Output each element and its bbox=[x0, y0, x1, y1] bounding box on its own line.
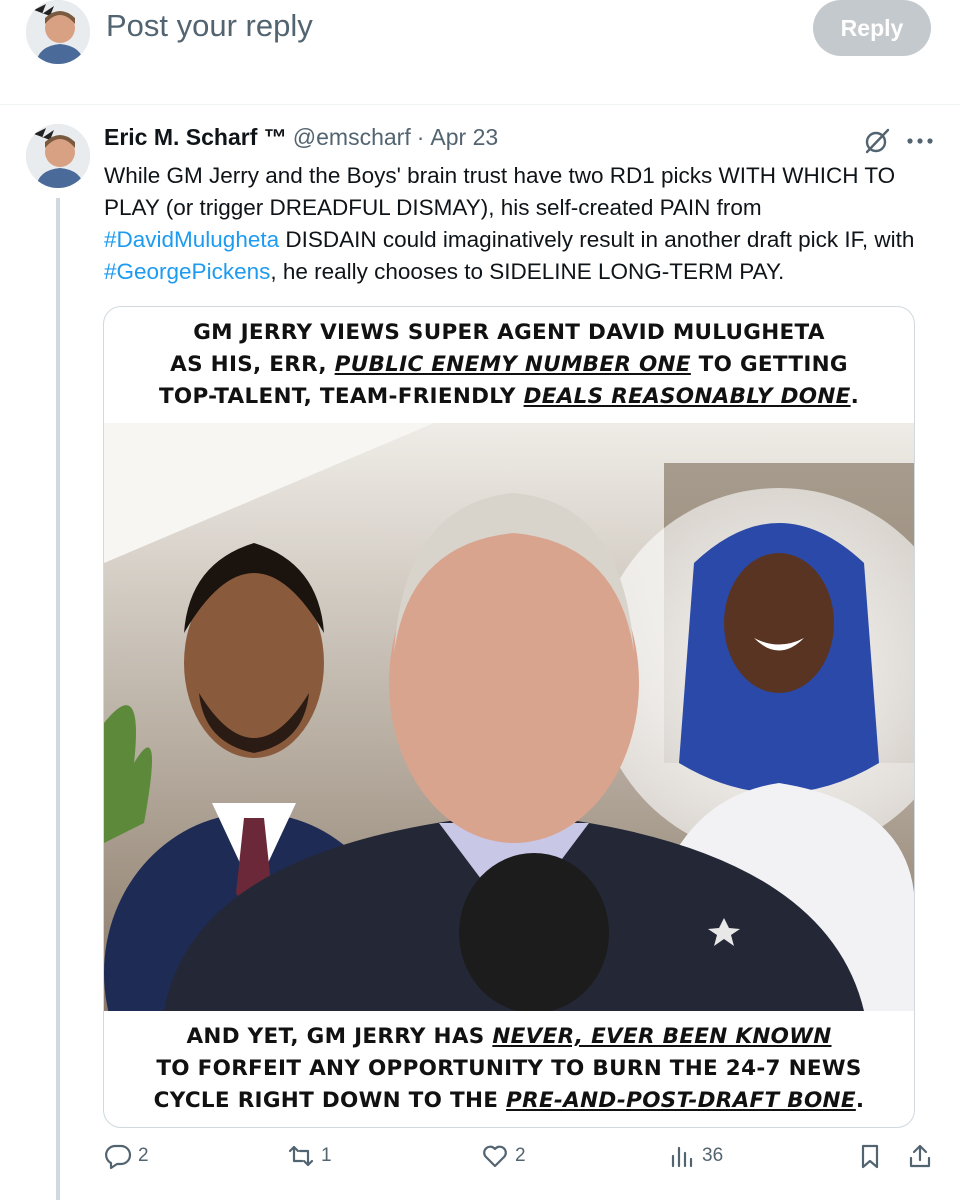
caption-top-line: GM JERRY VIEWS SUPER AGENT DAVID MULUGHE… bbox=[193, 320, 825, 345]
image-caption-top: GM JERRY VIEWS SUPER AGENT DAVID MULUGHE… bbox=[104, 317, 914, 413]
hashtag-george-pickens[interactable]: #GeorgePickens bbox=[104, 259, 270, 284]
caption-top-line: TOP-TALENT, TEAM-FRIENDLY DEALS REASONAB… bbox=[104, 381, 914, 413]
views-action[interactable]: 36 bbox=[668, 1142, 723, 1170]
tweet-text-part: , he really chooses to SIDELINE LONG-TER… bbox=[270, 259, 785, 284]
tweet-text: While GM Jerry and the Boys' brain trust… bbox=[104, 160, 934, 288]
caption-segment: . bbox=[850, 384, 860, 409]
caption-segment: CYCLE RIGHT DOWN TO THE bbox=[153, 1088, 507, 1113]
tweet-header: Eric M. Scharf ™ @emscharf · Apr 23 bbox=[104, 124, 498, 158]
caption-segment: TO GETTING bbox=[690, 352, 848, 377]
author-name[interactable]: Eric M. Scharf ™ bbox=[104, 124, 287, 151]
reply-icon bbox=[105, 1144, 132, 1170]
image-caption-bottom: AND YET, GM JERRY HAS NEVER, EVER BEEN K… bbox=[104, 1021, 914, 1117]
views-icon bbox=[671, 1146, 693, 1168]
author-avatar[interactable] bbox=[26, 124, 90, 188]
repost-icon bbox=[288, 1145, 314, 1167]
tweet-date[interactable]: Apr 23 bbox=[430, 124, 498, 151]
hashtag-david-mulugheta[interactable]: #DavidMulugheta bbox=[104, 227, 279, 252]
caption-bottom-line: CYCLE RIGHT DOWN TO THE PRE-AND-POST-DRA… bbox=[104, 1085, 914, 1117]
bookmark-icon bbox=[861, 1144, 879, 1169]
repost-action[interactable]: 1 bbox=[287, 1142, 332, 1170]
caption-bottom-line: AND YET, GM JERRY HAS NEVER, EVER BEEN K… bbox=[104, 1021, 914, 1053]
action-bar: 2 1 2 36 bbox=[104, 1142, 940, 1182]
photo-illustration bbox=[104, 423, 914, 1011]
thread-line bbox=[56, 198, 60, 1200]
caption-segment: TOP-TALENT, TEAM-FRIENDLY bbox=[158, 384, 524, 409]
like-count: 2 bbox=[515, 1145, 526, 1166]
caption-bottom-line: TO FORFEIT ANY OPPORTUNITY TO BURN THE 2… bbox=[156, 1056, 862, 1081]
tweet-text-part: While GM Jerry and the Boys' brain trust… bbox=[104, 163, 896, 220]
reply-action[interactable]: 2 bbox=[104, 1142, 149, 1170]
caption-segment: AND YET, GM JERRY HAS bbox=[186, 1024, 493, 1049]
separator-dot: · bbox=[416, 124, 425, 150]
grok-icon[interactable] bbox=[862, 126, 892, 156]
bookmark-action[interactable] bbox=[856, 1142, 884, 1170]
more-icon[interactable] bbox=[903, 126, 937, 156]
caption-segment: . bbox=[855, 1088, 865, 1113]
reply-composer: Post your reply Reply bbox=[0, 0, 960, 105]
caption-emphasis: PRE-AND-POST-DRAFT BONE bbox=[506, 1088, 856, 1113]
caption-top-line: AS HIS, ERR, PUBLIC ENEMY NUMBER ONE TO … bbox=[104, 349, 914, 381]
share-icon bbox=[909, 1144, 931, 1168]
like-icon bbox=[483, 1145, 507, 1168]
reply-button[interactable]: Reply bbox=[813, 0, 931, 56]
like-action[interactable]: 2 bbox=[481, 1142, 526, 1170]
repost-count: 1 bbox=[321, 1145, 332, 1166]
caption-emphasis: DEALS REASONABLY DONE bbox=[523, 384, 851, 409]
current-user-avatar[interactable] bbox=[26, 0, 90, 64]
reply-input[interactable]: Post your reply bbox=[106, 8, 313, 44]
author-handle[interactable]: @emscharf bbox=[293, 124, 411, 151]
views-count: 36 bbox=[702, 1145, 724, 1166]
tweet-image[interactable]: GM JERRY VIEWS SUPER AGENT DAVID MULUGHE… bbox=[103, 306, 915, 1128]
caption-emphasis: NEVER, EVER BEEN KNOWN bbox=[492, 1024, 832, 1049]
tweet-text-part: DISDAIN could imaginatively result in an… bbox=[279, 227, 915, 252]
share-action[interactable] bbox=[906, 1142, 934, 1170]
caption-emphasis: PUBLIC ENEMY NUMBER ONE bbox=[334, 352, 691, 377]
reply-count: 2 bbox=[138, 1145, 149, 1166]
caption-segment: AS HIS, ERR, bbox=[170, 352, 335, 377]
